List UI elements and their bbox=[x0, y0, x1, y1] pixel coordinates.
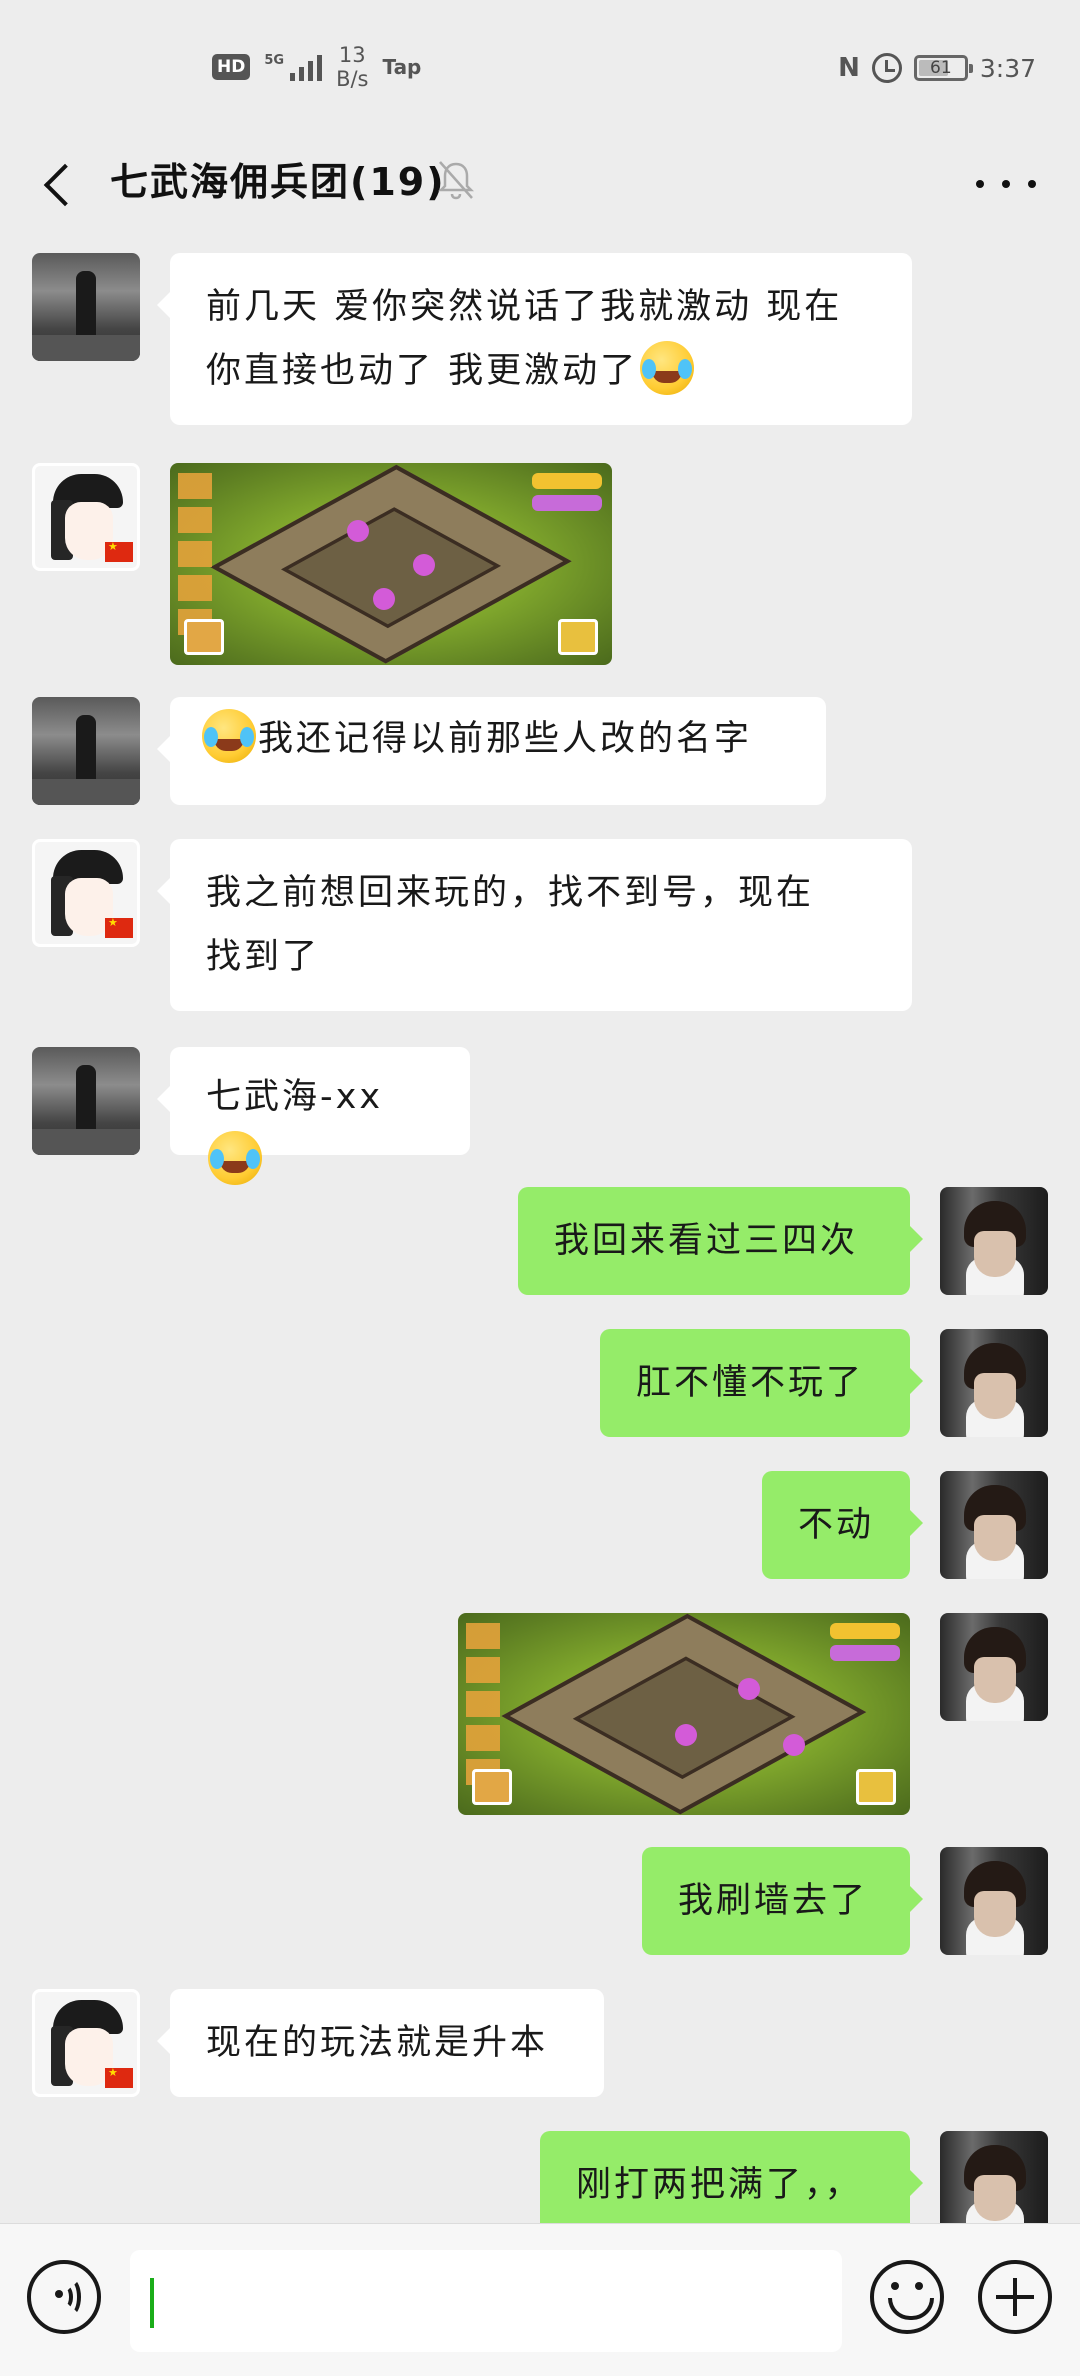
battery-icon: 61 bbox=[913, 55, 973, 81]
chat-title: 七武海佣兵团(19) bbox=[110, 160, 446, 204]
avatar[interactable] bbox=[940, 1187, 1048, 1295]
hd-badge: HD bbox=[212, 54, 251, 80]
facepalm-laugh-emoji-icon bbox=[202, 709, 256, 763]
message-bubble[interactable]: 不动 bbox=[762, 1471, 923, 1579]
message-bubble[interactable]: 肛不懂不玩了 bbox=[600, 1329, 923, 1437]
avatar[interactable] bbox=[32, 463, 140, 571]
chat-header: 七武海佣兵团(19) bbox=[0, 130, 1080, 245]
speed-unit: B/s bbox=[336, 67, 369, 91]
message-text: 七武海-xx bbox=[206, 1077, 384, 1117]
message-text: 我刷墙去了 bbox=[678, 1881, 869, 1921]
message-bubble[interactable]: 前几天 爱你突然说话了我就激动 现在 你直接也动了 我更激动了 bbox=[157, 253, 912, 425]
status-right: N 61 3:37 bbox=[838, 48, 1036, 88]
voice-button[interactable] bbox=[27, 2260, 101, 2334]
alarm-icon bbox=[871, 53, 902, 83]
message-list[interactable]: 前几天 爱你突然说话了我就激动 现在 你直接也动了 我更激动了 我还记得以前那些… bbox=[0, 245, 1080, 2223]
clock: 3:37 bbox=[979, 53, 1036, 83]
facepalm-laugh-emoji-icon bbox=[640, 341, 695, 395]
avatar[interactable] bbox=[940, 1471, 1048, 1579]
signal-icon: 5G bbox=[264, 53, 323, 81]
emoji-button[interactable] bbox=[870, 2260, 944, 2334]
image-message[interactable] bbox=[458, 1613, 910, 1815]
more-options-button[interactable] bbox=[976, 164, 1036, 204]
speed-value: 13 bbox=[338, 43, 366, 67]
avatar[interactable] bbox=[940, 2131, 1048, 2223]
message-text: 我回来看过三四次 bbox=[554, 1221, 859, 1261]
message-text: 找到了 bbox=[206, 937, 321, 977]
message-text: 前几天 爱你突然说话了我就激动 现在 bbox=[206, 287, 843, 327]
bell-off-icon bbox=[437, 161, 475, 200]
message-bubble[interactable]: 我还记得以前那些人改的名字 bbox=[157, 697, 826, 805]
message-text: 我还记得以前那些人改的名字 bbox=[258, 719, 753, 759]
avatar[interactable] bbox=[940, 1329, 1048, 1437]
avatar[interactable] bbox=[32, 839, 140, 947]
message-bubble[interactable]: 七武海-xx bbox=[157, 1047, 470, 1185]
message-bubble[interactable]: 我回来看过三四次 bbox=[518, 1187, 923, 1295]
avatar[interactable] bbox=[940, 1613, 1048, 1721]
avatar[interactable] bbox=[32, 697, 140, 805]
message-text: 不动 bbox=[798, 1505, 875, 1545]
nfc-icon: N bbox=[838, 53, 860, 83]
network-type: 5G bbox=[264, 53, 285, 68]
message-bubble[interactable]: 现在的玩法就是升本 bbox=[157, 1989, 604, 2097]
app-indicator: Tap bbox=[382, 55, 422, 79]
message-text: 你直接也动了 我更激动了 bbox=[206, 351, 639, 391]
avatar[interactable] bbox=[940, 1847, 1048, 1955]
message-input[interactable] bbox=[130, 2250, 842, 2352]
message-bubble[interactable]: 我刷墙去了 bbox=[642, 1847, 923, 1955]
status-bar: HD 5G 13 B/s Tap N 61 3:37 bbox=[0, 0, 1080, 130]
message-bubble[interactable]: 刚打两把满了，， bbox=[540, 2131, 923, 2223]
text-caret bbox=[150, 2278, 154, 2328]
battery-level: 61 bbox=[930, 58, 952, 78]
facepalm-laugh-emoji-icon bbox=[208, 1131, 262, 1185]
input-bar bbox=[0, 2223, 1080, 2376]
message-text: 我之前想回来玩的，找不到号，现在 bbox=[206, 873, 815, 913]
message-text: 刚打两把满了，， bbox=[576, 2165, 863, 2205]
image-message[interactable] bbox=[170, 463, 612, 665]
message-text: 现在的玩法就是升本 bbox=[206, 2023, 549, 2063]
status-left: HD 5G 13 B/s Tap bbox=[212, 42, 421, 92]
game-screenshot-image bbox=[170, 463, 612, 665]
more-dots-icon bbox=[976, 180, 984, 188]
more-functions-button[interactable] bbox=[978, 2260, 1052, 2334]
message-bubble[interactable]: 我之前想回来玩的，找不到号，现在 找到了 bbox=[157, 839, 912, 1011]
message-text: 肛不懂不玩了 bbox=[636, 1363, 865, 1403]
avatar[interactable] bbox=[32, 253, 140, 361]
network-speed: 13 B/s bbox=[336, 43, 368, 91]
back-button[interactable] bbox=[30, 152, 90, 212]
avatar[interactable] bbox=[32, 1989, 140, 2097]
avatar[interactable] bbox=[32, 1047, 140, 1155]
game-screenshot-image bbox=[458, 1613, 910, 1815]
